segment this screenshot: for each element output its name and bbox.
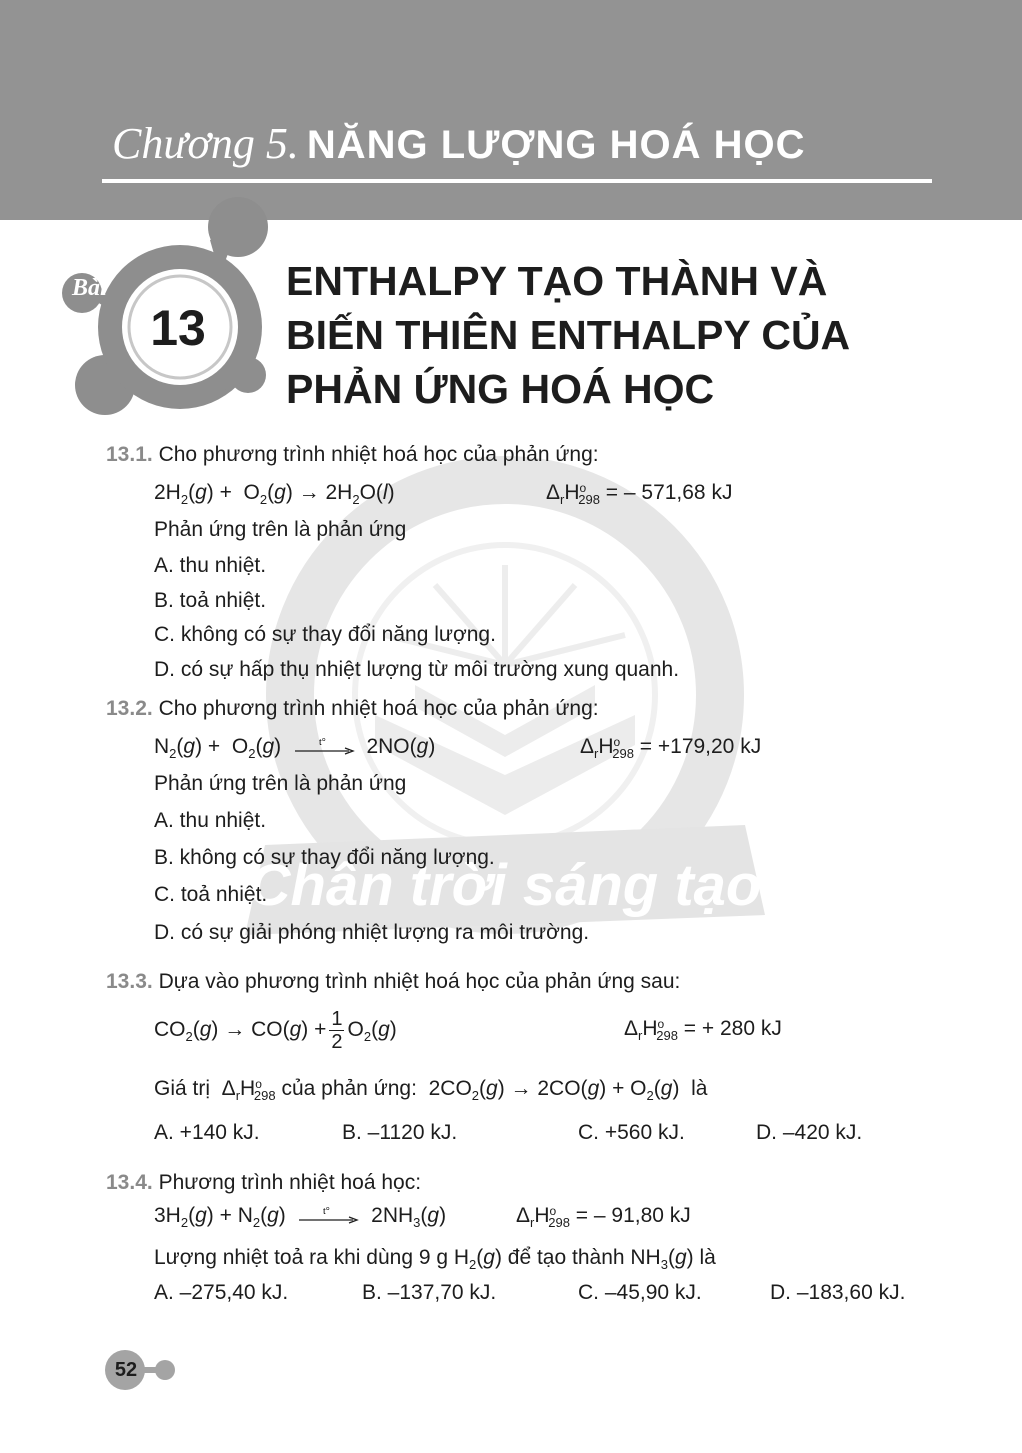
question-number: 13.2. [106,697,153,720]
question-prompt: Cho phương trình nhiệt hoá học của phản … [158,697,599,720]
lesson-title-line-2: BIẾN THIÊN ENTHALPY CỦA [286,312,851,358]
lesson-title-line-3: PHẢN ỨNG HOÁ HỌC [286,366,715,412]
chapter-header-band [0,0,1022,220]
question-prompt: Dựa vào phương trình nhiệt hoá học của p… [158,970,681,993]
lesson-badge: Bài 13 [62,197,268,415]
question-13-4-option-a: A. –275,40 kJ. [154,1281,289,1304]
question-13-2-option-c: C. toả nhiệt. [154,883,268,906]
question-prompt: Phương trình nhiệt hoá học: [158,1171,422,1194]
question-13-2-option-a: A. thu nhiệt. [154,809,267,832]
question-number: 13.3. [106,970,153,993]
question-13-1-prompt: 13.1. Cho phương trình nhiệt hoá học của… [106,442,599,468]
svg-text:t°: t° [323,1206,330,1217]
lesson-label: Bài [71,275,107,301]
question-13-4-option-b: B. –137,70 kJ. [362,1281,497,1304]
question-13-1-option-c: C. không có sự thay đổi năng lượng. [154,623,496,646]
question-13-2-stem: Phản ứng trên là phản ứng [154,772,407,795]
question-13-3-prompt: 13.3. Dựa vào phương trình nhiệt hoá học… [106,969,680,995]
lesson-number: 13 [150,300,206,356]
lesson-title: ENTHALPY TẠO THÀNH VÀ BIẾN THIÊN ENTHALP… [286,254,850,416]
question-13-3-equation: CO2(g) → CO(g) +1 2 O2(g) [154,1007,397,1053]
question-13-3-enthalpy: ΔrHo298 = + 280 kJ [624,1017,782,1043]
question-13-2-prompt: 13.2. Cho phương trình nhiệt hoá học của… [106,696,599,722]
question-13-3-stem: Giá trị ΔrHo298 của phản ứng: 2CO2(g) → … [154,1077,708,1103]
question-13-4-option-c: C. –45,90 kJ. [578,1281,702,1304]
question-13-4-stem: Lượng nhiệt toả ra khi dùng 9 g H2(g) để… [154,1246,716,1272]
question-number: 13.1. [106,443,153,466]
header-rule [102,179,932,183]
question-13-3-option-c: C. +560 kJ. [578,1121,685,1144]
question-13-1-option-a: A. thu nhiệt. [154,554,267,577]
question-prompt: Cho phương trình nhiệt hoá học của phản … [158,443,599,466]
question-13-1-option-d: D. có sự hấp thụ nhiệt lượng từ môi trườ… [154,658,680,681]
question-13-3-option-a: A. +140 kJ. [154,1121,260,1144]
question-13-4-equation: 3H2(g) + N2(g) t° 2NH3(g) [154,1204,447,1230]
question-13-2-enthalpy: ΔrHo298 = +179,20 kJ [580,735,762,761]
question-13-2-option-d: D. có sự giải phóng nhiệt lượng ra môi t… [154,921,590,944]
reaction-arrow-icon: t° [293,737,355,756]
chapter-name: NĂNG LƯỢNG HOÁ HỌC [306,123,806,167]
question-13-1-option-b: B. toả nhiệt. [154,589,267,612]
question-13-2-option-b: B. không có sự thay đổi năng lượng. [154,846,495,869]
page-number: 52 [114,1359,138,1381]
reaction-arrow-icon: t° [297,1206,360,1225]
question-number: 13.4. [106,1171,153,1194]
question-13-4-option-d: D. –183,60 kJ. [770,1281,906,1304]
question-13-3-option-d: D. –420 kJ. [756,1121,863,1144]
lesson-title-line-1: ENTHALPY TẠO THÀNH VÀ [286,258,828,304]
chapter-title: Chương 5. NĂNG LƯỢNG HOÁ HỌC [112,118,805,169]
question-13-1-stem: Phản ứng trên là phản ứng [154,518,407,541]
chapter-prefix: Chương 5. [112,119,299,168]
question-13-1-enthalpy: ΔrHo298 = – 571,68 kJ [546,481,733,507]
fraction-one-half: 12 [329,1007,345,1053]
question-13-3-option-b: B. –1120 kJ. [342,1121,458,1144]
svg-text:t°: t° [319,737,326,748]
question-13-4-prompt: 13.4. Phương trình nhiệt hoá học: [106,1170,421,1196]
question-13-1-equation: 2H2(g) + O2(g) → 2H2O(l) [154,481,395,507]
question-13-2-equation: N2(g) + O2(g) t° 2NO(g) [154,735,436,761]
question-13-4-enthalpy: ΔrHo298 = – 91,80 kJ [516,1204,691,1230]
